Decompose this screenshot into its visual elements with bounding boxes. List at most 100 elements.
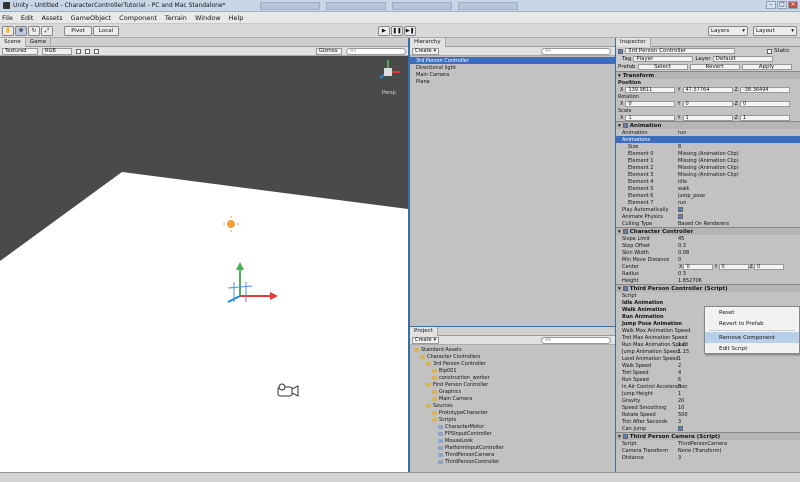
scene-fx-toggle[interactable]: [85, 48, 90, 54]
prefab-select-button[interactable]: Select: [637, 64, 688, 70]
layout-dropdown[interactable]: Layout ▾: [753, 26, 797, 36]
hierarchy-item-plane[interactable]: Plane: [416, 78, 615, 85]
project-tree-item[interactable]: First Person Controller: [410, 381, 615, 388]
project-tree-item[interactable]: Main Camera: [410, 395, 615, 402]
scene-lighting-toggle[interactable]: [76, 48, 81, 54]
context-menu-reset[interactable]: Reset: [705, 307, 799, 318]
project-tree-item[interactable]: Graphics: [410, 388, 615, 395]
color-mode-dropdown[interactable]: RGB: [42, 47, 72, 55]
position-y-field[interactable]: 47.57764: [682, 86, 733, 93]
pause-button[interactable]: ❚❚: [391, 26, 403, 36]
field-value[interactable]: 3: [678, 455, 800, 461]
scale-tool-button[interactable]: ⤢: [41, 26, 53, 36]
field-value[interactable]: walk: [678, 186, 800, 192]
field-value[interactable]: 4: [678, 370, 800, 376]
field-value[interactable]: Missing (Animation Clip): [678, 172, 800, 178]
local-toggle[interactable]: Local: [93, 26, 119, 36]
project-tree-item[interactable]: MouseLook: [410, 437, 615, 444]
hand-tool-button[interactable]: ✋: [2, 26, 14, 36]
project-tree-item[interactable]: CharacterMotor: [410, 423, 615, 430]
menu-terrain[interactable]: Terrain: [165, 14, 187, 22]
field-value[interactable]: 0.3: [678, 271, 800, 277]
rotation-y-field[interactable]: 0: [682, 100, 733, 107]
vector-field[interactable]: 0: [683, 263, 714, 270]
context-menu-revert-to-prefab[interactable]: Revert to Prefab: [705, 318, 799, 329]
scale-z-field[interactable]: 1: [739, 114, 790, 121]
scene-view[interactable]: Scene Game Textured RGB Gizmos All Persp: [0, 38, 408, 472]
hierarchy-search-input[interactable]: All: [541, 47, 611, 55]
field-value[interactable]: 20: [678, 398, 800, 404]
gizmos-dropdown[interactable]: Gizmos: [316, 47, 342, 55]
scale-y-field[interactable]: 1: [682, 114, 733, 121]
menu-assets[interactable]: Assets: [41, 14, 62, 22]
field-value[interactable]: 0.08: [678, 250, 800, 256]
static-checkbox[interactable]: [767, 48, 772, 54]
field-value[interactable]: 1.852706: [678, 278, 800, 284]
position-x-field[interactable]: 139.9811: [625, 86, 676, 93]
menu-gameobject[interactable]: GameObject: [71, 14, 112, 22]
animation-component-header[interactable]: ▾ Animation: [616, 121, 800, 129]
project-tree-item[interactable]: 3rd Person Controller: [410, 360, 615, 367]
field-value[interactable]: 3: [678, 384, 800, 390]
play-button[interactable]: ▶: [378, 26, 390, 36]
menu-file[interactable]: File: [2, 14, 13, 22]
prefab-revert-button[interactable]: Revert: [689, 64, 740, 70]
project-tree-item[interactable]: Sources: [410, 402, 615, 409]
project-tree-item[interactable]: ThirdPersonCamera: [410, 451, 615, 458]
third-person-camera-component-header[interactable]: ▾ Third Person Camera (Script): [616, 432, 800, 440]
project-tree-item[interactable]: Scripts: [410, 416, 615, 423]
field-checkbox[interactable]: [678, 426, 683, 431]
position-z-field[interactable]: -38.36494: [739, 86, 790, 93]
field-value[interactable]: 500: [678, 412, 800, 418]
project-tree-item[interactable]: ThirdPersonController: [410, 458, 615, 465]
third-person-controller-component-header[interactable]: ▾ Third Person Controller (Script): [616, 284, 800, 292]
field-value[interactable]: 45: [678, 236, 800, 242]
rotation-z-field[interactable]: 0: [739, 100, 790, 107]
tab-scene[interactable]: Scene: [0, 38, 26, 47]
field-value[interactable]: 3: [678, 419, 800, 425]
field-value[interactable]: Missing (Animation Clip): [678, 158, 800, 164]
context-menu-edit-script[interactable]: Edit Script: [705, 343, 799, 354]
project-tree-item[interactable]: FPSInputController: [410, 430, 615, 437]
field-value[interactable]: run: [678, 130, 800, 136]
project-tree-item[interactable]: construction_worker: [410, 374, 615, 381]
menu-edit[interactable]: Edit: [21, 14, 34, 22]
project-tree-item[interactable]: Character Controllers: [410, 353, 615, 360]
scale-x-field[interactable]: 1: [625, 114, 676, 121]
layers-dropdown[interactable]: Layers ▾: [708, 26, 748, 36]
project-tree-item[interactable]: Bip001: [410, 367, 615, 374]
menu-window[interactable]: Window: [195, 14, 221, 22]
field-value[interactable]: 10: [678, 405, 800, 411]
project-create-dropdown[interactable]: Create ▾: [412, 336, 440, 344]
close-button[interactable]: ×: [788, 1, 798, 9]
step-button[interactable]: ▶❚: [404, 26, 416, 36]
field-value[interactable]: ThirdPersonCamera: [678, 441, 800, 447]
menu-component[interactable]: Component: [119, 14, 157, 22]
rotation-x-field[interactable]: 0: [625, 100, 676, 107]
field-value[interactable]: 2: [678, 363, 800, 369]
tab-project[interactable]: Project: [410, 326, 438, 336]
field-value[interactable]: run: [678, 200, 800, 206]
field-value[interactable]: jump_pose: [678, 193, 800, 199]
menu-help[interactable]: Help: [229, 14, 244, 22]
project-search-input[interactable]: All: [541, 336, 611, 344]
scene-audio-toggle[interactable]: [94, 48, 99, 54]
field-value[interactable]: idle: [678, 179, 800, 185]
project-tree-item[interactable]: PlatformInputController: [410, 444, 615, 451]
field-value[interactable]: 0.3: [678, 243, 800, 249]
tab-inspector[interactable]: Inspector: [616, 38, 651, 47]
ground-plane[interactable]: [0, 172, 408, 472]
object-active-checkbox[interactable]: [618, 48, 623, 54]
field-value[interactable]: 0: [678, 257, 800, 263]
field-value[interactable]: None (Transform): [678, 448, 800, 454]
field-checkbox[interactable]: [678, 214, 683, 219]
character-controller-component-header[interactable]: ▾ Character Controller: [616, 227, 800, 235]
tab-hierarchy[interactable]: Hierarchy: [410, 37, 446, 47]
vector-field[interactable]: 0: [753, 263, 784, 270]
object-name-field[interactable]: 3rd Person Controller: [625, 48, 735, 54]
pivot-toggle[interactable]: Pivot: [64, 26, 92, 36]
project-tree-item[interactable]: Standard Assets: [410, 346, 615, 353]
hierarchy-item-3rd-person-controller[interactable]: 3rd Person Controller: [410, 57, 615, 64]
scene-orientation-gizmo[interactable]: [379, 60, 400, 79]
field-value[interactable]: Missing (Animation Clip): [678, 165, 800, 171]
